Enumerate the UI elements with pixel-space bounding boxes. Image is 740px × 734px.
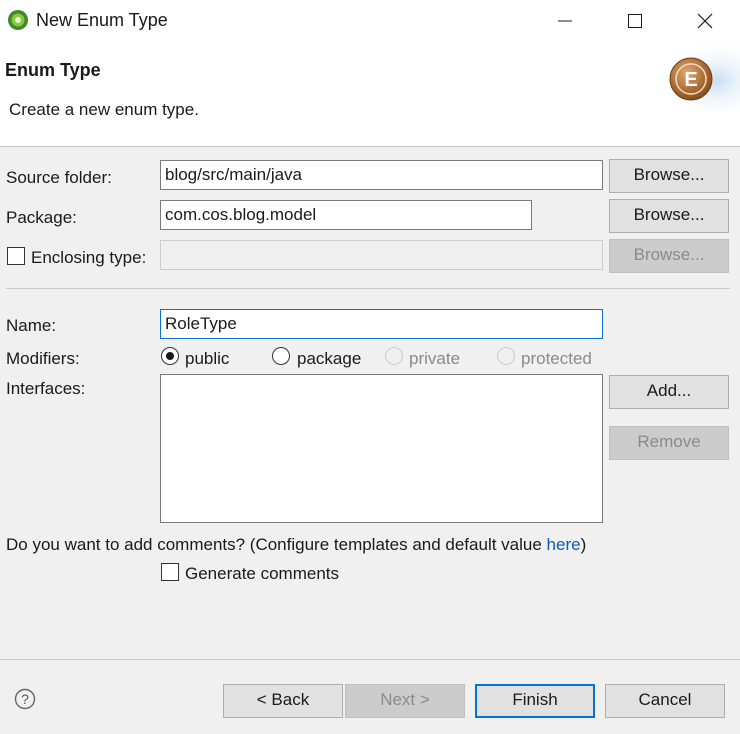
close-button[interactable]: [670, 0, 740, 42]
enclosing-type-label: Enclosing type:: [31, 248, 147, 267]
enum-logo-letter: E: [684, 69, 697, 91]
interfaces-list[interactable]: [160, 374, 603, 523]
enum-logo-icon: E: [669, 57, 713, 101]
generate-comments-checkbox[interactable]: [161, 563, 179, 581]
next-button: Next >: [345, 684, 465, 718]
new-enum-type-dialog: New Enum Type Enum Type Create a new enu…: [0, 0, 740, 734]
interfaces-label: Interfaces:: [6, 379, 86, 398]
banner-description: Create a new enum type.: [9, 100, 199, 119]
minimize-button[interactable]: [530, 0, 600, 42]
finish-button[interactable]: Finish: [475, 684, 595, 718]
modifier-package-radio[interactable]: [272, 347, 290, 365]
cancel-button[interactable]: Cancel: [605, 684, 725, 718]
title-bar: New Enum Type: [0, 0, 740, 42]
banner-title: Enum Type: [5, 60, 101, 80]
enclosing-type-input: [160, 240, 603, 270]
add-interface-button[interactable]: Add...: [609, 375, 729, 409]
separator: [6, 288, 730, 289]
maximize-icon: [628, 14, 642, 28]
comments-prompt: Do you want to add comments? (Configure …: [6, 535, 586, 555]
footer-separator: [0, 659, 740, 660]
generate-comments-label: Generate comments: [185, 564, 340, 583]
source-folder-input[interactable]: blog/src/main/java: [160, 160, 603, 190]
svg-text:?: ?: [21, 691, 29, 707]
back-button[interactable]: < Back: [223, 684, 343, 718]
eclipse-app-icon: [8, 10, 28, 30]
modifier-public-radio[interactable]: [161, 347, 179, 365]
modifier-private-label: private: [409, 349, 461, 368]
enclosing-type-checkbox[interactable]: [7, 247, 25, 265]
package-input[interactable]: com.cos.blog.model: [160, 200, 532, 230]
name-label: Name:: [6, 316, 57, 335]
browse-source-folder-button[interactable]: Browse...: [609, 159, 729, 193]
question-circle-icon[interactable]: ?: [14, 688, 36, 710]
package-label: Package:: [6, 208, 77, 227]
maximize-button[interactable]: [600, 0, 670, 42]
modifier-private-radio: [385, 347, 403, 365]
comments-prompt-close: ): [580, 535, 587, 554]
window-title: New Enum Type: [36, 10, 168, 30]
configure-templates-link[interactable]: here: [547, 535, 581, 554]
radio-selected-dot: [166, 352, 174, 360]
modifier-package-label: package: [297, 349, 362, 368]
modifier-protected-label: protected: [521, 349, 592, 368]
modifiers-label: Modifiers:: [6, 349, 80, 368]
close-icon: [697, 13, 713, 29]
modifier-protected-radio: [497, 347, 515, 365]
browse-package-button[interactable]: Browse...: [609, 199, 729, 233]
source-folder-label: Source folder:: [6, 168, 112, 187]
comments-prompt-text: Do you want to add comments? (Configure …: [6, 535, 547, 554]
wizard-banner: Enum Type Create a new enum type. E: [0, 42, 740, 147]
minimize-icon: [558, 20, 572, 22]
modifier-public-label: public: [185, 349, 230, 368]
browse-enclosing-type-button: Browse...: [609, 239, 729, 273]
name-input[interactable]: RoleType: [160, 309, 603, 339]
remove-interface-button: Remove: [609, 426, 729, 460]
